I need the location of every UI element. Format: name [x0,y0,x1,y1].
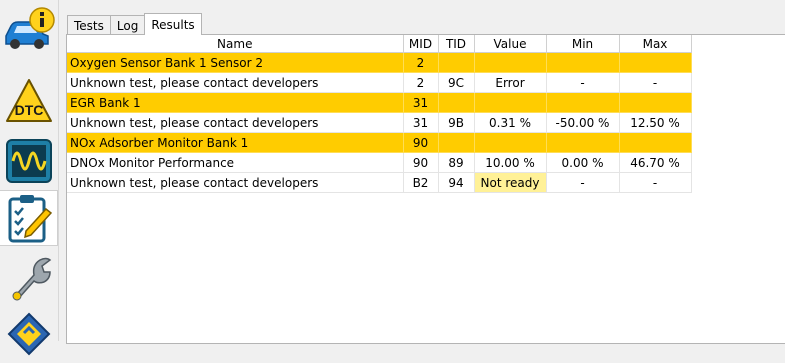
tab-strip: Tests Log Results [67,13,202,35]
cell-name: EGR Bank 1 [67,92,404,113]
table-row-group[interactable]: NOx Adsorber Monitor Bank 1 90 [67,132,692,153]
cell-min [546,132,620,153]
cell-name: DNOx Monitor Performance [67,152,404,173]
results-panel: Name MID TID Value Min Max Oxygen Sensor… [66,34,785,344]
dtc-button[interactable]: DTC [0,73,58,129]
column-header-tid[interactable]: TID [438,35,475,53]
tab-results[interactable]: Results [144,13,202,35]
cell-max: - [619,172,692,193]
cell-value: Error [474,72,547,93]
cell-value [474,92,547,113]
cell-name: Unknown test, please contact developers [67,172,404,193]
cell-value-not-ready: Not ready [474,172,547,193]
cell-min: - [546,172,620,193]
cell-mid: 90 [403,152,439,173]
vehicle-info-button[interactable] [0,2,58,58]
cell-name: Oxygen Sensor Bank 1 Sensor 2 [67,52,404,73]
results-table: Name MID TID Value Min Max Oxygen Sensor… [67,35,692,193]
wrench-icon [12,257,52,301]
cell-value [474,52,547,73]
table-header-row: Name MID TID Value Min Max [67,35,692,53]
cell-mid: 31 [403,112,439,133]
cell-mid: 31 [403,92,439,113]
column-header-max[interactable]: Max [619,35,692,53]
cell-min [546,92,620,113]
cell-mid: 90 [403,132,439,153]
dtc-icon-label: DTC [15,102,44,118]
cell-min: - [546,72,620,93]
dtc-icon: DTC [6,79,52,122]
cell-max [619,52,692,73]
cell-tid [438,52,475,73]
cell-mid: 2 [403,72,439,93]
cell-value: 0.31 % [474,112,547,133]
cell-tid: 9B [438,112,475,133]
chip-icon [7,312,51,356]
cell-mid: 2 [403,52,439,73]
column-header-name[interactable]: Name [67,35,404,53]
column-header-min[interactable]: Min [546,35,620,53]
cell-tid: 89 [438,152,475,173]
checklist-icon [8,195,52,243]
settings-button[interactable] [0,249,58,305]
cell-name: Unknown test, please contact developers [67,72,404,93]
table-row[interactable]: Unknown test, please contact developers … [67,112,692,133]
sidebar-toolbar: DTC [0,0,59,356]
ecu-button[interactable] [0,307,58,363]
table-row-group[interactable]: EGR Bank 1 31 [67,92,692,113]
table-row-group[interactable]: Oxygen Sensor Bank 1 Sensor 2 2 [67,52,692,73]
cell-max: 12.50 % [619,112,692,133]
cell-mid: B2 [403,172,439,193]
cell-min: 0.00 % [546,152,620,173]
oscilloscope-button[interactable] [0,133,58,189]
column-header-value[interactable]: Value [474,35,547,53]
table-row[interactable]: Unknown test, please contact developers … [67,172,692,193]
cell-max: - [619,72,692,93]
cell-tid [438,132,475,153]
cell-max [619,132,692,153]
car-info-icon [5,7,55,49]
cell-min [546,52,620,73]
tab-log[interactable]: Log [109,15,146,35]
cell-value [474,132,547,153]
table-row[interactable]: DNOx Monitor Performance 90 89 10.00 % 0… [67,152,692,173]
cell-tid [438,92,475,113]
table-row[interactable]: Unknown test, please contact developers … [67,72,692,93]
monitor-tests-button[interactable] [0,190,58,246]
column-header-mid[interactable]: MID [403,35,439,53]
cell-max: 46.70 % [619,152,692,173]
cell-name: NOx Adsorber Monitor Bank 1 [67,132,404,153]
tab-tests[interactable]: Tests [67,15,111,35]
cell-min: -50.00 % [546,112,620,133]
cell-name: Unknown test, please contact developers [67,112,404,133]
cell-tid: 94 [438,172,475,193]
cell-max [619,92,692,113]
oscilloscope-icon [6,139,52,183]
cell-value: 10.00 % [474,152,547,173]
cell-tid: 9C [438,72,475,93]
